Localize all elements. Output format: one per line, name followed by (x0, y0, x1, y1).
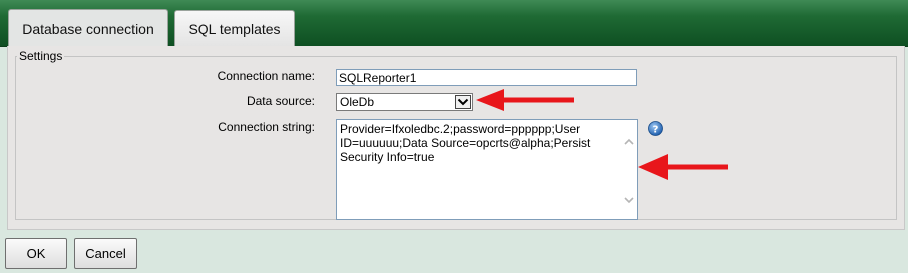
red-arrow-icon (638, 153, 730, 186)
cancel-button[interactable]: Cancel (74, 238, 137, 269)
help-icon[interactable]: ? (648, 121, 663, 136)
connection-name-input[interactable] (336, 69, 637, 86)
red-arrow-icon (476, 88, 576, 117)
tab-bar: Database connection SQL templates (0, 0, 908, 47)
data-source-label: Data source: (246, 94, 315, 108)
connection-string-label: Connection string: (218, 120, 315, 134)
chevron-down-icon[interactable] (455, 95, 471, 109)
tab-database-connection[interactable]: Database connection (8, 9, 168, 47)
settings-legend: Settings (17, 49, 65, 63)
svg-text:?: ? (653, 124, 659, 135)
scroll-up-icon[interactable] (621, 134, 636, 148)
tab-sql-templates[interactable]: SQL templates (174, 10, 295, 46)
scroll-down-icon[interactable] (621, 193, 636, 207)
connection-string-textarea[interactable]: Provider=Ifxoledbc.2;password=pppppp;Use… (338, 121, 618, 217)
connection-name-label: Connection name: (217, 69, 315, 83)
ok-button[interactable]: OK (5, 238, 67, 269)
connection-string-box: Provider=Ifxoledbc.2;password=pppppp;Use… (336, 119, 638, 220)
data-source-value: OleDb (340, 95, 375, 109)
vertical-scrollbar[interactable] (620, 120, 637, 219)
data-source-select[interactable]: OleDb (336, 93, 473, 111)
